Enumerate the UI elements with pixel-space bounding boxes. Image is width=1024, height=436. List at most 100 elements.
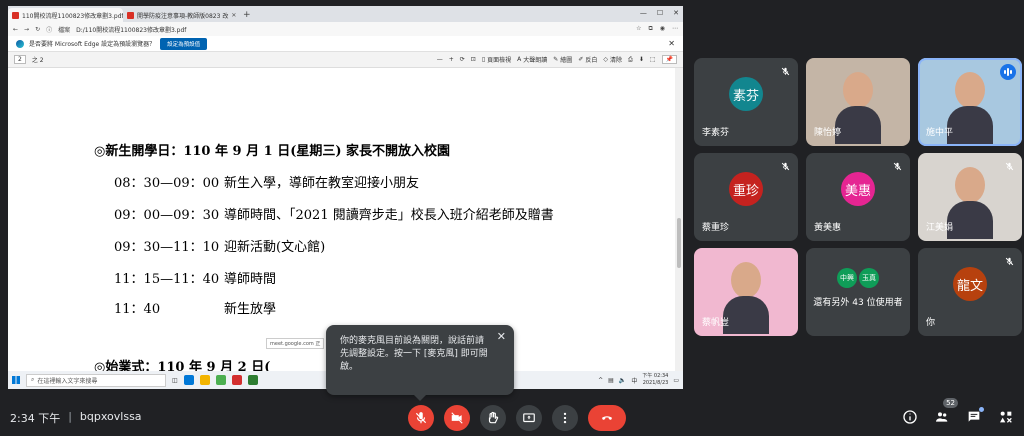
meeting-details-button[interactable] xyxy=(902,409,918,425)
read-aloud-button[interactable]: A 大聲朗讀 xyxy=(517,55,547,64)
chrome-app-icon[interactable] xyxy=(215,375,226,385)
zoom-in-button[interactable]: + xyxy=(449,56,454,63)
edge-app-icon[interactable] xyxy=(183,375,194,385)
mic-off-icon xyxy=(778,64,792,78)
erase-button[interactable]: ◇ 清除 xyxy=(603,55,622,64)
browser-tabbar: 110開校流程1100823修改章劃3.pdf ✕ 開學防疫注意事項-教師版08… xyxy=(8,6,683,22)
camera-button[interactable] xyxy=(444,405,470,431)
taskbar-clock[interactable]: 下午 02:34 2021/8/23 xyxy=(642,373,668,387)
favorite-icon[interactable]: ☆ xyxy=(636,25,641,33)
save-icon[interactable]: ⬇ xyxy=(639,56,644,63)
browser-tab-2[interactable]: 開學防疫注意事項-教師版0823 改 ✕ xyxy=(123,8,238,22)
pdf-icon xyxy=(12,11,19,19)
address-bar: ← → ↻ ⓘ 檔案 D:/110開校流程1100823修改章劃3.pdf ☆ … xyxy=(8,22,683,36)
edge-logo-icon xyxy=(16,39,24,48)
close-window-icon[interactable]: ✕ xyxy=(673,9,679,17)
banner-close-icon[interactable]: ✕ xyxy=(668,39,675,48)
people-button[interactable]: 52 xyxy=(934,398,958,425)
participant-name: 你 xyxy=(926,318,936,328)
page-number-input[interactable]: 2 xyxy=(14,55,26,64)
zoom-out-button[interactable]: — xyxy=(437,56,443,63)
save-as-icon[interactable]: ⬚ xyxy=(650,56,656,63)
taskbar-search-input[interactable]: ⌕ 在這裡輸入文字來搜尋 xyxy=(26,373,166,387)
mic-off-icon xyxy=(890,159,904,173)
participant-tile[interactable]: 素芬李素芬 xyxy=(694,58,798,146)
present-screen-button[interactable] xyxy=(516,405,542,431)
people-icon xyxy=(936,412,948,422)
activities-button[interactable] xyxy=(998,409,1014,425)
meeting-time: 2:34 下午 xyxy=(10,412,61,425)
avatar: 素芬 xyxy=(729,77,763,111)
minimize-icon[interactable]: — xyxy=(640,9,647,17)
maximize-icon[interactable]: ☐ xyxy=(657,9,663,17)
leave-call-button[interactable] xyxy=(588,405,626,431)
avatar: 美惠 xyxy=(841,172,875,206)
page-view-icon: ▯ xyxy=(481,56,486,63)
windows-start-icon[interactable] xyxy=(12,376,20,384)
collections-icon[interactable]: ⧉ xyxy=(648,25,652,33)
mic-off-icon xyxy=(1002,254,1016,268)
eraser-icon: ◇ xyxy=(603,56,608,63)
mic-off-icon xyxy=(778,159,792,173)
notification-icon[interactable]: ▭ xyxy=(673,377,679,384)
meeting-info-separator: | xyxy=(68,410,72,423)
chat-button[interactable] xyxy=(966,407,984,425)
close-tab-icon[interactable]: ✕ xyxy=(231,12,236,19)
participant-tile[interactable]: 龍文你 xyxy=(918,248,1022,336)
acrobat-app-icon[interactable] xyxy=(231,375,242,385)
pdf-scrollbar[interactable] xyxy=(675,68,683,371)
address-input[interactable]: D:/110開校流程1100823修改章劃3.pdf xyxy=(76,25,186,34)
pdf-toolbar: 2 之 2 — + ⟳ ⊡ ▯ 頁面檢視 A 大聲朗讀 ✎ 繪圖 ✐ 反白 ◇ 清除 ⎙ … xyxy=(8,52,683,68)
more-vert-icon xyxy=(563,412,567,424)
refresh-icon[interactable]: ↻ xyxy=(35,26,40,33)
draw-button[interactable]: ✎ 繪圖 xyxy=(553,55,572,64)
participant-name: 李素芬 xyxy=(702,128,730,138)
rotate-icon[interactable]: ⟳ xyxy=(460,56,465,63)
task-view-icon[interactable]: ◫ xyxy=(172,377,178,384)
mini-avatar: 玉真 xyxy=(859,268,879,288)
more-options-button[interactable] xyxy=(552,405,578,431)
profile-icon[interactable]: ◉ xyxy=(660,25,665,33)
participant-name: 蔡帆豈 xyxy=(702,318,730,328)
print-icon[interactable]: ⎙ xyxy=(628,56,633,64)
browser-tab-1[interactable]: 110開校流程1100823修改章劃3.pdf ✕ xyxy=(8,8,123,22)
participant-tile[interactable]: 重珍 蔡重珍 xyxy=(694,153,798,241)
back-icon[interactable]: ← xyxy=(13,26,18,33)
fit-page-icon[interactable]: ⊡ xyxy=(471,56,476,63)
side-controls: 52 xyxy=(902,398,1014,425)
participant-name: 施中平 xyxy=(926,128,954,138)
participant-tile[interactable]: 蔡帆豈 xyxy=(694,248,798,336)
address-prefix: 檔案 xyxy=(58,26,71,34)
raise-hand-button[interactable] xyxy=(480,405,506,431)
info-icon xyxy=(903,410,917,424)
set-default-button[interactable]: 設定為預設值 xyxy=(160,37,208,50)
tray-chevron-icon[interactable]: ^ xyxy=(598,377,603,384)
popover-close-icon[interactable]: ✕ xyxy=(497,330,506,343)
participant-tile[interactable]: 施中平 xyxy=(918,58,1022,146)
doc-line: 09：30—11：10 迎新活動(文心館) xyxy=(114,240,326,255)
participant-tile[interactable]: 美惠 黃美惠 xyxy=(806,153,910,241)
scroll-thumb[interactable] xyxy=(677,218,681,268)
meet-app-icon[interactable] xyxy=(247,375,258,385)
highlight-button[interactable]: ✐ 反白 xyxy=(578,55,597,64)
file-info-icon[interactable]: ⓘ xyxy=(46,25,52,34)
volume-icon[interactable]: 🔈 xyxy=(619,377,626,384)
page-view-button[interactable]: ▯ 頁面檢視 xyxy=(482,55,511,64)
participant-tile[interactable]: 江美娟 xyxy=(918,153,1022,241)
participant-tile[interactable]: 陳怡婷 xyxy=(806,58,910,146)
banner-text: 是否要將 Microsoft Edge 設定為預設瀏覽器？ xyxy=(29,41,156,48)
participant-tile[interactable]: 中興 玉真 還有另外 43 位使用者 xyxy=(806,248,910,336)
other-participants-avatars: 中興 玉真 xyxy=(837,268,879,288)
sharing-tooltip: meet.google.com 正 xyxy=(266,338,325,349)
input-method-icon[interactable]: 中 xyxy=(631,376,637,385)
participant-name: 陳怡婷 xyxy=(814,128,842,138)
forward-icon[interactable]: → xyxy=(24,26,29,33)
file-explorer-icon[interactable] xyxy=(199,375,210,385)
pin-toolbar-icon[interactable]: 📌 xyxy=(661,55,677,64)
microphone-button[interactable] xyxy=(408,405,434,431)
more-icon[interactable]: ⋯ xyxy=(672,25,678,33)
mic-off-popover: 你的麥克風目前設為關閉，說話前請先調整設定。按一下 [麥克風] 即可開啟。 ✕ xyxy=(326,325,514,401)
network-icon[interactable]: ▤ xyxy=(608,377,614,384)
new-tab-button[interactable]: + xyxy=(238,10,256,22)
meeting-controls-bar: 2:34 下午 | bqpxovlssa 52 xyxy=(0,398,1024,436)
